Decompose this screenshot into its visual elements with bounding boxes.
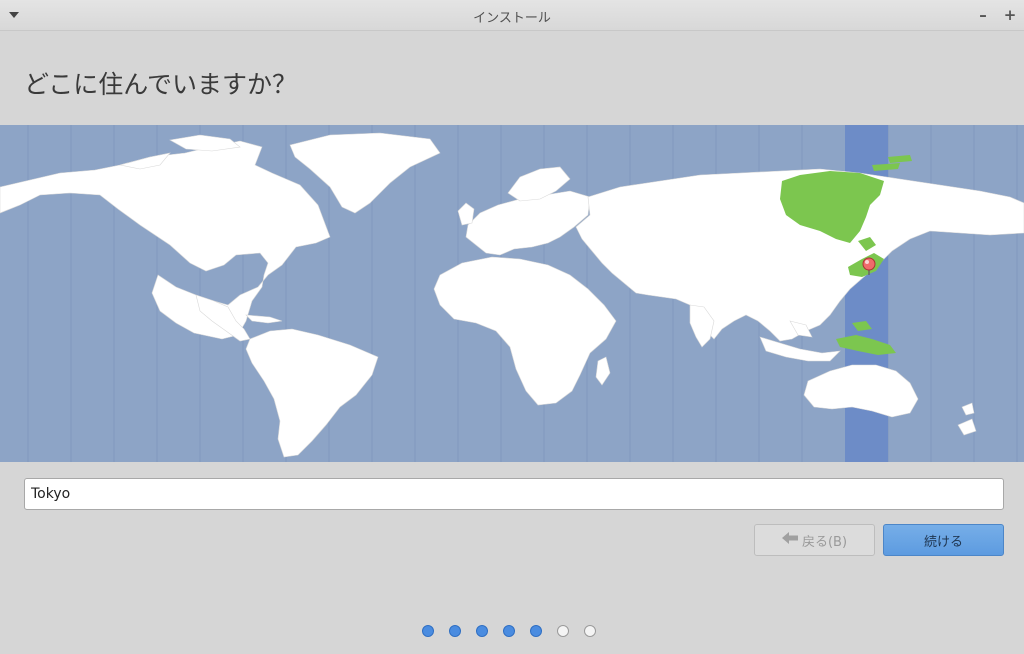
page-title: どこに住んでいますか？ bbox=[24, 70, 298, 99]
progress-dot bbox=[422, 625, 434, 637]
back-button-label: 戻る(B) bbox=[801, 534, 848, 550]
maximize-button[interactable]: + bbox=[1001, 5, 1019, 25]
progress-dots bbox=[0, 625, 1021, 637]
page-header: どこに住んでいますか？ bbox=[0, 31, 1024, 125]
window-titlebar: インストール – + bbox=[0, 0, 1024, 31]
minimize-button[interactable]: – bbox=[974, 5, 992, 25]
progress-dot bbox=[530, 625, 542, 637]
back-button[interactable]: 戻る(B) bbox=[754, 524, 875, 556]
back-arrow-icon bbox=[781, 532, 798, 548]
progress-dot bbox=[503, 625, 515, 637]
timezone-input[interactable] bbox=[24, 478, 1004, 510]
progress-dot bbox=[557, 625, 569, 637]
timezone-map[interactable] bbox=[0, 125, 1024, 462]
progress-dot bbox=[476, 625, 488, 637]
window-title: インストール bbox=[473, 11, 551, 26]
progress-dot bbox=[584, 625, 596, 637]
progress-dot bbox=[449, 625, 461, 637]
continue-button-label: 続ける bbox=[923, 534, 963, 550]
world-map-graphic bbox=[0, 125, 1024, 462]
continue-button[interactable]: 続ける bbox=[883, 524, 1004, 556]
